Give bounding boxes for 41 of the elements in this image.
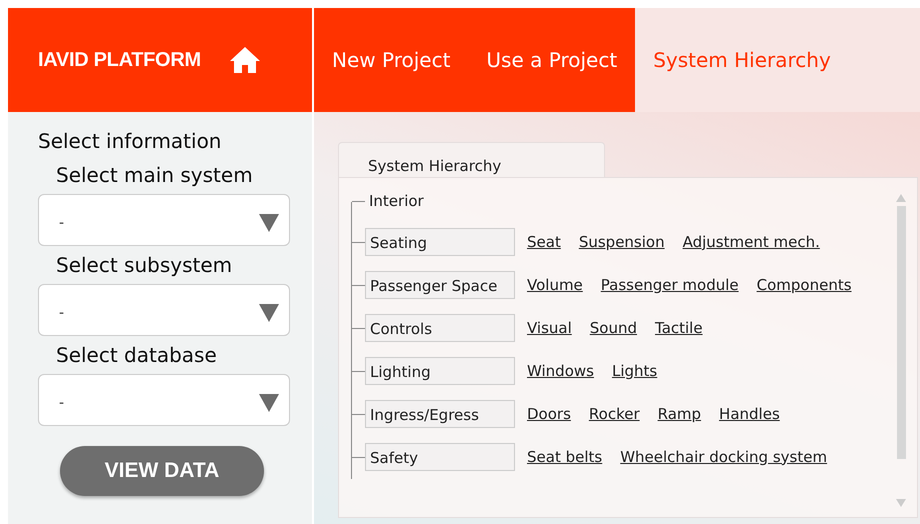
field-label: Select subsystem: [55, 252, 234, 279]
subsystem-link[interactable]: Seat: [527, 230, 561, 254]
category-label: Safety: [365, 443, 515, 471]
subsystem-link[interactable]: Ramp: [658, 402, 702, 426]
subsystem-link[interactable]: Seat belts: [527, 446, 602, 468]
subsystem-link[interactable]: Visual: [527, 316, 572, 340]
subsystem-link[interactable]: Sound: [590, 316, 638, 340]
select-field[interactable]: -: [38, 194, 290, 246]
subsystem-link[interactable]: Rocker: [588, 402, 640, 426]
subsystem-link[interactable]: Lights: [612, 360, 658, 382]
category-label: Seating: [365, 228, 515, 256]
caret-icon: [259, 304, 279, 322]
field-label: Select main system: [55, 162, 254, 189]
category-label: Lighting: [365, 357, 515, 385]
view-data-button[interactable]: VIEW DATA: [60, 446, 264, 496]
subsystem-link[interactable]: Windows: [527, 360, 594, 382]
category-label: Controls: [365, 314, 515, 342]
subsystem-link[interactable]: Volume: [527, 274, 583, 296]
caret-icon: [259, 214, 279, 232]
subsystem-link[interactable]: Adjustment mech.: [682, 230, 820, 254]
home-icon[interactable]: [228, 46, 261, 74]
subsystem-link[interactable]: Wheelchair docking system: [620, 446, 828, 468]
section-title: Select information: [38, 128, 222, 155]
field-label: Select database: [55, 342, 218, 369]
subsystem-link[interactable]: Tactile: [655, 316, 703, 340]
select-field[interactable]: -: [38, 284, 290, 336]
brand-title: IAVID PLATFORM: [38, 48, 201, 73]
subsystem-link[interactable]: Components: [756, 274, 852, 296]
subsystem-link[interactable]: Doors: [527, 402, 571, 426]
subsystem-link[interactable]: Suspension: [578, 230, 665, 254]
scroll-up-icon[interactable]: [896, 194, 906, 202]
panel-tab[interactable]: System Hierarchy: [338, 142, 605, 178]
scroll-thumb[interactable]: [896, 206, 906, 458]
subsystem-link[interactable]: Passenger module: [600, 274, 739, 296]
subsystem-link[interactable]: Handles: [719, 402, 780, 426]
scroll-down-icon[interactable]: [896, 498, 906, 506]
select-field[interactable]: -: [38, 374, 290, 426]
tree-root-label: Interior: [368, 191, 424, 212]
category-label: Passenger Space: [365, 271, 515, 299]
caret-icon: [259, 394, 279, 412]
category-label: Ingress/Egress: [365, 400, 515, 428]
